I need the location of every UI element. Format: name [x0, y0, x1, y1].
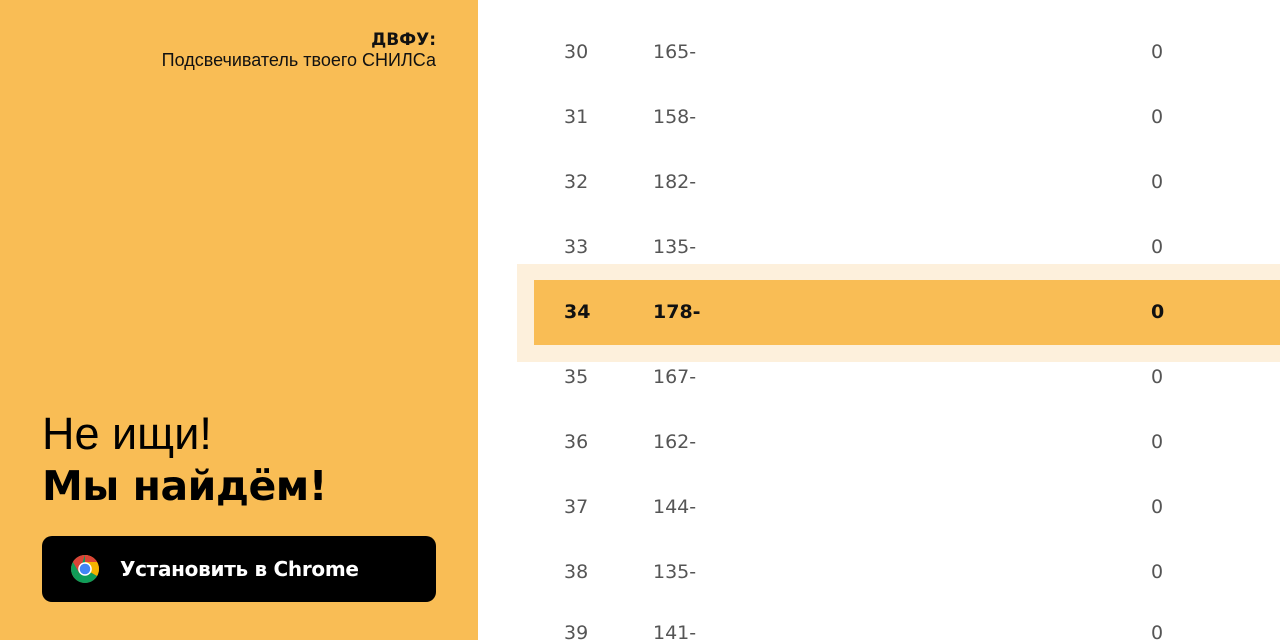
table-row: 30 165- 0 [478, 20, 1280, 85]
table-row: 35 167- 0 [478, 345, 1280, 410]
row-score: 0 [1151, 171, 1164, 193]
row-score: 0 [1151, 41, 1164, 63]
row-number: 33 [564, 236, 589, 258]
row-score: 0 [1151, 431, 1164, 453]
install-button-label: Установить в Chrome [120, 557, 359, 581]
row-snils: 144- [653, 496, 697, 518]
row-score: 0 [1151, 106, 1164, 128]
row-snils: 141- [653, 622, 697, 640]
row-number: 35 [564, 366, 589, 388]
row-snils: 167- [653, 366, 697, 388]
row-number: 38 [564, 561, 589, 583]
table-row: 33 135- 0 [478, 215, 1280, 280]
row-number: 36 [564, 431, 589, 453]
table-row-highlighted: 34 178- 0 [478, 280, 1280, 345]
row-score: 0 [1151, 301, 1165, 323]
ranking-table: 30 165- 0 31 158- 0 32 182- 0 33 135- 0 … [478, 0, 1280, 640]
row-snils: 162- [653, 431, 697, 453]
table-row: 31 158- 0 [478, 85, 1280, 150]
row-number: 37 [564, 496, 589, 518]
row-snils: 178- [653, 301, 701, 323]
row-number: 34 [564, 301, 591, 323]
row-snils: 135- [653, 561, 697, 583]
row-score: 0 [1151, 622, 1164, 640]
table-row: 37 144- 0 [478, 475, 1280, 540]
row-score: 0 [1151, 366, 1164, 388]
row-snils: 165- [653, 41, 697, 63]
table-row: 32 182- 0 [478, 150, 1280, 215]
chrome-icon [70, 554, 100, 584]
brand-title: ДВФУ: [371, 30, 436, 50]
row-snils: 182- [653, 171, 697, 193]
row-number: 31 [564, 106, 589, 128]
headline-line-2: Мы найдём! [42, 462, 328, 510]
row-score: 0 [1151, 561, 1164, 583]
row-number: 39 [564, 622, 589, 640]
row-number: 30 [564, 41, 589, 63]
row-score: 0 [1151, 496, 1164, 518]
brand-subtitle: Подсвечиватель твоего СНИЛСа [161, 50, 436, 70]
headline: Не ищи! Мы найдём! [42, 408, 328, 512]
row-snils: 158- [653, 106, 697, 128]
promo-panel: ДВФУ: Подсвечиватель твоего СНИЛСа Не ищ… [0, 0, 478, 640]
table-row: 36 162- 0 [478, 410, 1280, 475]
install-chrome-button[interactable]: Установить в Chrome [42, 536, 436, 602]
row-snils: 135- [653, 236, 697, 258]
table-row: 39 141- 0 [478, 601, 1280, 640]
brand: ДВФУ: Подсвечиватель твоего СНИЛСа [162, 30, 436, 70]
row-number: 32 [564, 171, 589, 193]
row-score: 0 [1151, 236, 1164, 258]
headline-line-1: Не ищи! [42, 408, 212, 459]
table-row: 38 135- 0 [478, 540, 1280, 605]
